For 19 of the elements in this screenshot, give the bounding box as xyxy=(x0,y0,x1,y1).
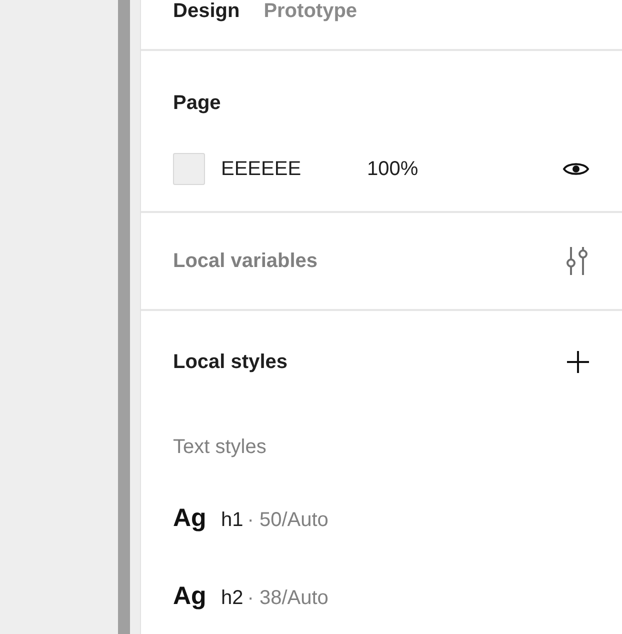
text-style-item[interactable]: Ag h2 · 38/Auto xyxy=(173,578,590,615)
type-sample: Ag xyxy=(173,580,208,612)
type-sample: Ag xyxy=(173,503,208,534)
opacity-value[interactable]: 100% xyxy=(367,154,418,184)
group-title: Text styles xyxy=(173,435,268,460)
color-swatch[interactable] xyxy=(173,153,205,185)
scrollbar[interactable] xyxy=(118,0,130,634)
tab[interactable]: Design xyxy=(173,0,240,22)
style-name: h1 xyxy=(221,508,244,533)
style-detail: · 50/Auto xyxy=(247,508,328,533)
section-title: Local styles xyxy=(173,350,288,375)
hex-value[interactable]: EEEEEE xyxy=(221,154,367,184)
visibility-icon[interactable] xyxy=(562,160,590,178)
text-style-item[interactable]: Ag h1 · 50/Auto xyxy=(173,500,590,538)
section-title: Local variables xyxy=(173,249,318,274)
style-name: h2 xyxy=(221,586,244,610)
add-icon[interactable] xyxy=(566,350,590,374)
section-title: Page xyxy=(173,91,222,116)
style-detail: · 38/Auto xyxy=(247,586,328,610)
